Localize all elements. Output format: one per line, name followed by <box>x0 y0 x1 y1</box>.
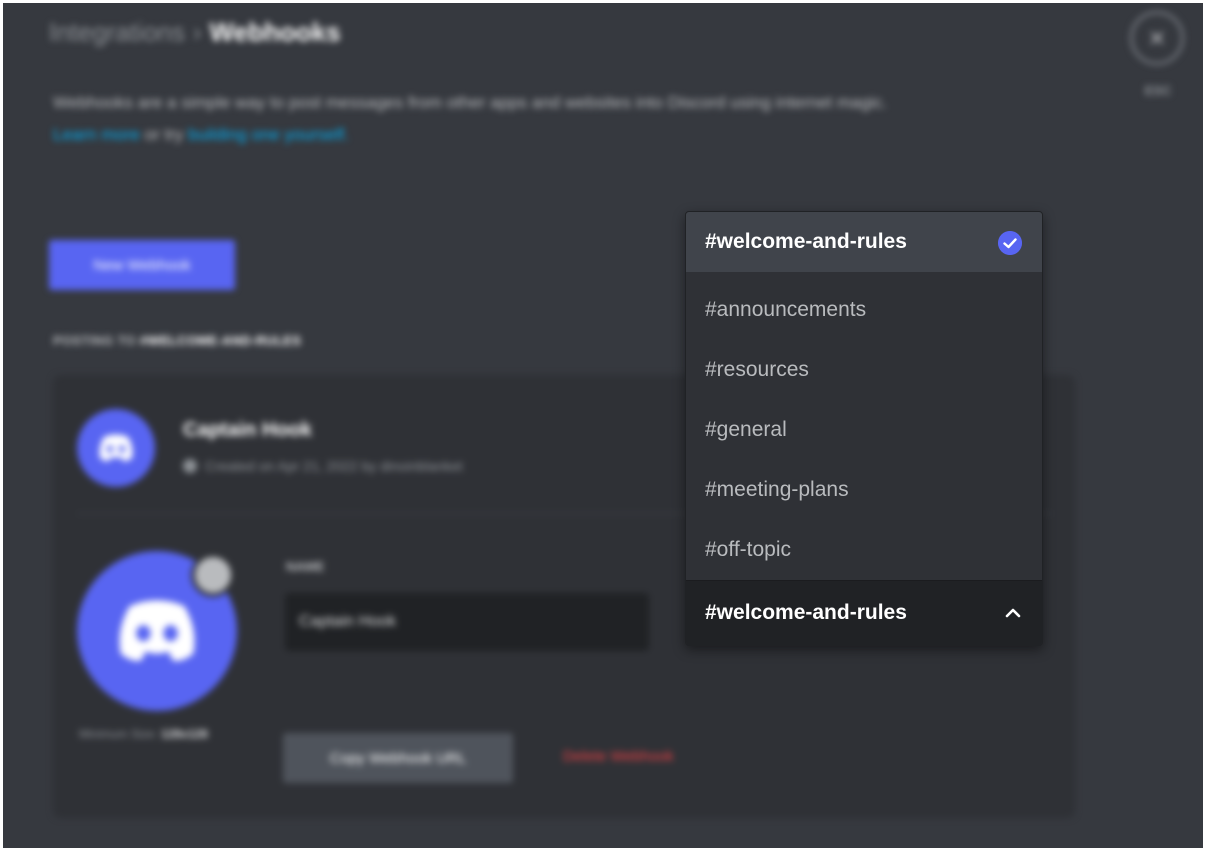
channel-option-general[interactable]: #general <box>686 400 1042 460</box>
webhook-name: Captain Hook <box>183 419 312 441</box>
channel-select-dropdown: #welcome-and-rules #announcements #resou… <box>685 211 1043 646</box>
avatar-min-size: Minimum Size: 128x128 <box>79 727 208 741</box>
breadcrumb-separator: › <box>192 17 202 47</box>
discord-logo-icon <box>99 434 133 462</box>
copy-webhook-url-button[interactable]: Copy Webhook URL <box>283 733 513 783</box>
page-title: Webhooks <box>209 17 341 47</box>
channel-option-resources[interactable]: #resources <box>686 340 1042 400</box>
webhook-avatar-small[interactable] <box>77 409 155 487</box>
channel-option-off-topic[interactable]: #off-topic <box>686 520 1042 580</box>
settings-window: Integrations › Webhooks ESC Webhooks are a… <box>3 3 1203 848</box>
channel-option-welcome-and-rules[interactable]: #welcome-and-rules <box>686 212 1042 272</box>
name-field-label: NAME <box>286 559 325 574</box>
chevron-up-icon <box>1005 608 1021 618</box>
webhook-name-input[interactable]: Captain Hook <box>285 593 649 651</box>
learn-more-link[interactable]: Learn more <box>53 125 140 144</box>
posting-to-label: POSTING TO #WELCOME-AND-RULES <box>53 333 302 348</box>
channel-select-value: #welcome-and-rules <box>705 601 907 624</box>
avatar-edit-icon[interactable] <box>191 553 235 597</box>
new-webhook-button[interactable]: New Webhook <box>49 240 235 290</box>
discord-logo-icon <box>119 600 195 661</box>
breadcrumb-parent[interactable]: Integrations <box>49 17 185 47</box>
clock-icon <box>183 459 197 473</box>
channel-select-current[interactable]: #welcome-and-rules <box>686 580 1042 645</box>
channel-option-announcements[interactable]: #announcements <box>686 280 1042 340</box>
webhook-meta: Created on Apr 21, 2022 by dinoinblanket <box>183 458 463 474</box>
check-circle-icon <box>998 231 1022 255</box>
build-one-link[interactable]: building one yourself. <box>188 125 349 144</box>
close-shortcut-label: ESC <box>1144 83 1172 98</box>
delete-webhook-button[interactable]: Delete Webhook <box>563 748 674 765</box>
close-button[interactable] <box>1130 11 1184 65</box>
webhooks-description: Webhooks are a simple way to post messag… <box>53 93 888 144</box>
close-icon <box>1150 31 1164 45</box>
channel-option-meeting-plans[interactable]: #meeting-plans <box>686 460 1042 520</box>
breadcrumb: Integrations › Webhooks <box>49 17 341 48</box>
